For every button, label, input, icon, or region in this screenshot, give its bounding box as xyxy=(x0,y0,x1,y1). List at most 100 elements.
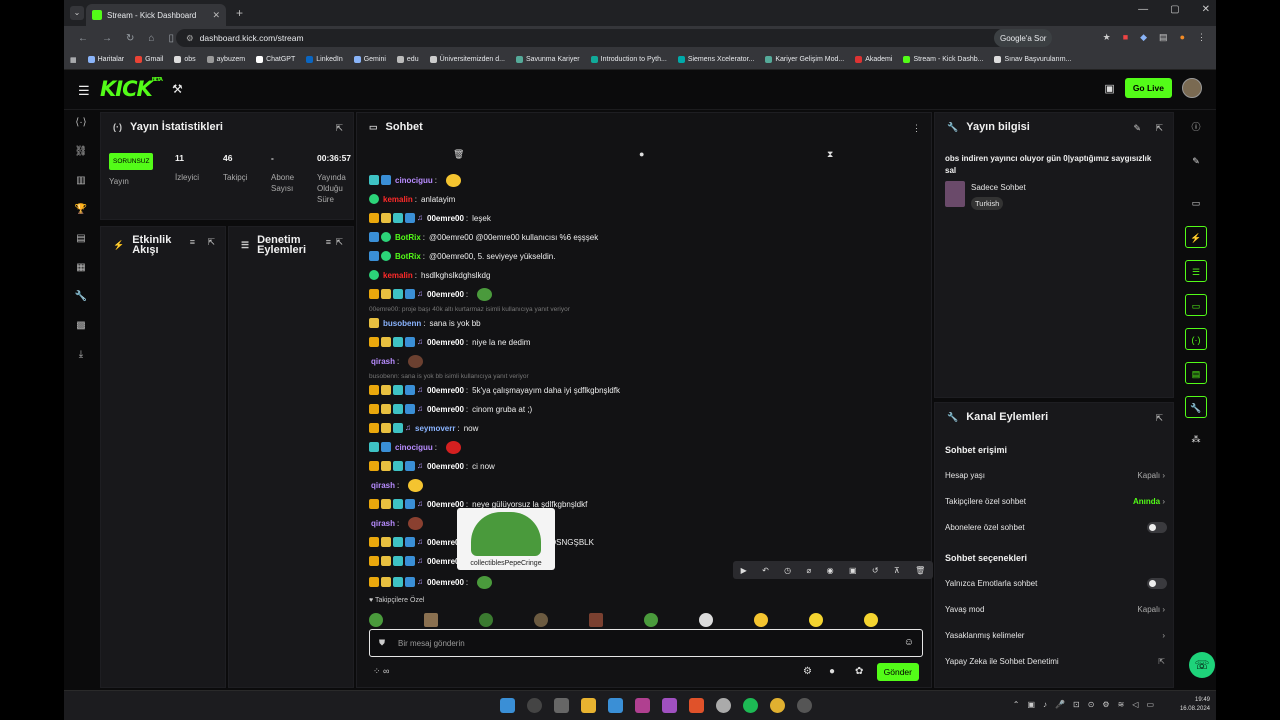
emote-button[interactable] xyxy=(479,613,493,627)
reply-icon[interactable]: ◉ xyxy=(827,566,834,575)
bookmark[interactable]: Introduction to Pyth... xyxy=(590,56,667,63)
bookmark[interactable]: Sınav Başvurularım... xyxy=(994,56,1071,63)
chat-message[interactable]: ♫ 00emre00:5k'ya çalışmayayım daha iyi şd… xyxy=(369,382,620,398)
layout-icon[interactable]: ▭ xyxy=(1185,192,1207,214)
chat-emote[interactable] xyxy=(408,478,424,492)
send-button[interactable]: Gönder xyxy=(876,663,919,681)
subs-chat-toggle[interactable] xyxy=(1147,522,1167,533)
chat-emote[interactable] xyxy=(408,354,424,368)
chevron-up-icon[interactable]: ⌃ xyxy=(1013,700,1020,709)
link-icon[interactable]: ⛓ xyxy=(64,139,98,168)
banned-words-row[interactable]: Yasaklanmış kelimeler › xyxy=(945,631,1165,640)
chat-username[interactable]: kemalin xyxy=(383,195,413,204)
chat-username[interactable]: 00emre00 xyxy=(427,386,464,395)
chat-username[interactable]: kemalin xyxy=(383,271,413,280)
stream-icon[interactable]: ⟨·⟩ xyxy=(64,110,98,139)
extension-icon[interactable]: ■ xyxy=(1123,32,1128,43)
chat-username[interactable]: 00emre00 xyxy=(427,405,464,414)
chat-username[interactable]: BotRix xyxy=(395,252,421,261)
chat-message[interactable]: cinociguu: xyxy=(369,439,462,455)
store-icon[interactable] xyxy=(608,698,623,713)
chat-message[interactable]: ♫ 00emre00: xyxy=(369,286,493,302)
chat-username[interactable]: qirash xyxy=(371,481,395,490)
mic-icon[interactable]: 🎤 xyxy=(1055,700,1065,709)
settings-gear-icon[interactable]: ⚙ xyxy=(803,666,812,677)
side-panel-icon[interactable]: ▯ xyxy=(168,33,174,44)
video-icon[interactable]: ▤ xyxy=(64,226,98,255)
browser-tab[interactable]: Stream - Kick Dashboard ✕ xyxy=(86,4,226,26)
menu-icon[interactable]: ⋮ xyxy=(1197,32,1206,43)
battery-icon[interactable]: ▭ xyxy=(1146,700,1154,709)
hourglass-icon[interactable]: ⧗ xyxy=(827,149,833,160)
bookmark[interactable]: obs xyxy=(174,56,196,63)
community-icon[interactable]: ▩ xyxy=(64,313,98,342)
share-icon[interactable]: ⁂ xyxy=(1185,428,1207,450)
app-icon[interactable] xyxy=(716,698,731,713)
extension-icon[interactable]: ◆ xyxy=(1140,32,1147,43)
chat-username[interactable]: cinociguu xyxy=(395,176,433,185)
chat-icon[interactable]: ▭ xyxy=(1185,294,1207,316)
emote-button[interactable] xyxy=(589,613,603,627)
chat-emote[interactable] xyxy=(477,575,493,589)
chat-menu-icon[interactable]: ⋮ xyxy=(912,123,921,134)
new-tab-icon[interactable]: + xyxy=(236,6,243,20)
app-icon[interactable] xyxy=(797,698,812,713)
kick-logo[interactable]: KICKBETA xyxy=(100,77,163,101)
bookmark[interactable]: Gmail xyxy=(135,56,163,63)
maximize-icon[interactable]: ▢ xyxy=(1170,4,1179,15)
chat-username[interactable]: 00emre00 xyxy=(427,290,464,299)
ban-icon[interactable]: ⌀ xyxy=(806,566,811,575)
filter-icon[interactable]: ≡ xyxy=(326,237,331,247)
chat-message[interactable]: kemalin: anlatayim xyxy=(369,191,455,207)
tray-icon[interactable]: ♪ xyxy=(1043,700,1047,709)
chat-emote[interactable] xyxy=(446,173,462,187)
app-icon[interactable] xyxy=(662,698,677,713)
bookmark[interactable]: Üniversitemizden d... xyxy=(429,56,505,63)
home-icon[interactable]: ⌂ xyxy=(148,33,154,44)
bookmark[interactable]: Akademi xyxy=(855,56,892,63)
chat-message[interactable]: busobenn: sana is yok bb xyxy=(369,315,481,331)
bookmark[interactable]: LinkedIn xyxy=(306,56,343,63)
account-age-row[interactable]: Hesap yaşı Kapalı › xyxy=(945,471,1165,480)
analytics-icon[interactable]: ▦ xyxy=(64,255,98,284)
badge-icon[interactable]: ✿ xyxy=(855,666,863,677)
forward-icon[interactable]: → xyxy=(102,33,112,44)
popout-icon[interactable]: ⇱ xyxy=(335,237,343,248)
chat-input[interactable]: ⛊ Bir mesaj gönderin ☺ xyxy=(369,629,923,657)
brave-icon[interactable] xyxy=(689,698,704,713)
followers-chat-row[interactable]: Takipçilere özel sohbet Anında › xyxy=(945,497,1165,506)
bookmark-star-icon[interactable]: ★ xyxy=(1103,32,1111,43)
pen-icon[interactable]: ✎ xyxy=(1185,150,1207,172)
chat-message[interactable]: ♫ 00emre00: leşek xyxy=(369,210,491,226)
emote-button[interactable] xyxy=(754,613,768,627)
tray-icon[interactable]: ⊡ xyxy=(1073,700,1080,709)
tray-icon[interactable]: ⚙ xyxy=(1102,700,1109,709)
apps-icon[interactable]: ▦ xyxy=(70,56,77,64)
tray-icon[interactable]: ⊙ xyxy=(1088,700,1095,709)
emote-button[interactable] xyxy=(809,613,823,627)
task-view-icon[interactable] xyxy=(554,698,569,713)
list-icon[interactable]: ☰ xyxy=(1185,260,1207,282)
extensions-puzzle-icon[interactable]: ▤ xyxy=(1159,32,1168,43)
chat-username[interactable]: cinociguu xyxy=(395,443,433,452)
download-icon[interactable]: ⤓ xyxy=(64,342,98,371)
undo-icon[interactable]: ↶ xyxy=(762,566,769,575)
close-tab-icon[interactable]: ✕ xyxy=(212,10,220,21)
chat-message[interactable]: BotRix: @00emre00, 5. seviyeye yükseldin. xyxy=(369,248,555,264)
chat-username[interactable]: 00emre00 xyxy=(427,462,464,471)
hammer-icon[interactable]: ⚒ xyxy=(172,82,183,96)
trophy-icon[interactable]: 🏆 xyxy=(64,197,98,226)
chat-emote[interactable] xyxy=(408,516,424,530)
profile-icon[interactable]: ● xyxy=(1180,32,1185,43)
broadcast-icon[interactable]: (·) xyxy=(1185,328,1207,350)
avatar[interactable] xyxy=(1182,78,1202,98)
chat-emote[interactable] xyxy=(446,440,462,454)
emoji-icon[interactable]: ☺ xyxy=(904,637,914,648)
wrench-icon[interactable]: 🔧 xyxy=(64,284,98,313)
info-icon[interactable]: ⓘ xyxy=(1185,116,1207,138)
chat-message[interactable]: qirash: xyxy=(369,353,424,369)
file-explorer-icon[interactable] xyxy=(581,698,596,713)
chat-message[interactable]: cinociguu: xyxy=(369,172,462,188)
app-icon[interactable] xyxy=(635,698,650,713)
bookmark[interactable]: Gemini xyxy=(353,56,386,63)
